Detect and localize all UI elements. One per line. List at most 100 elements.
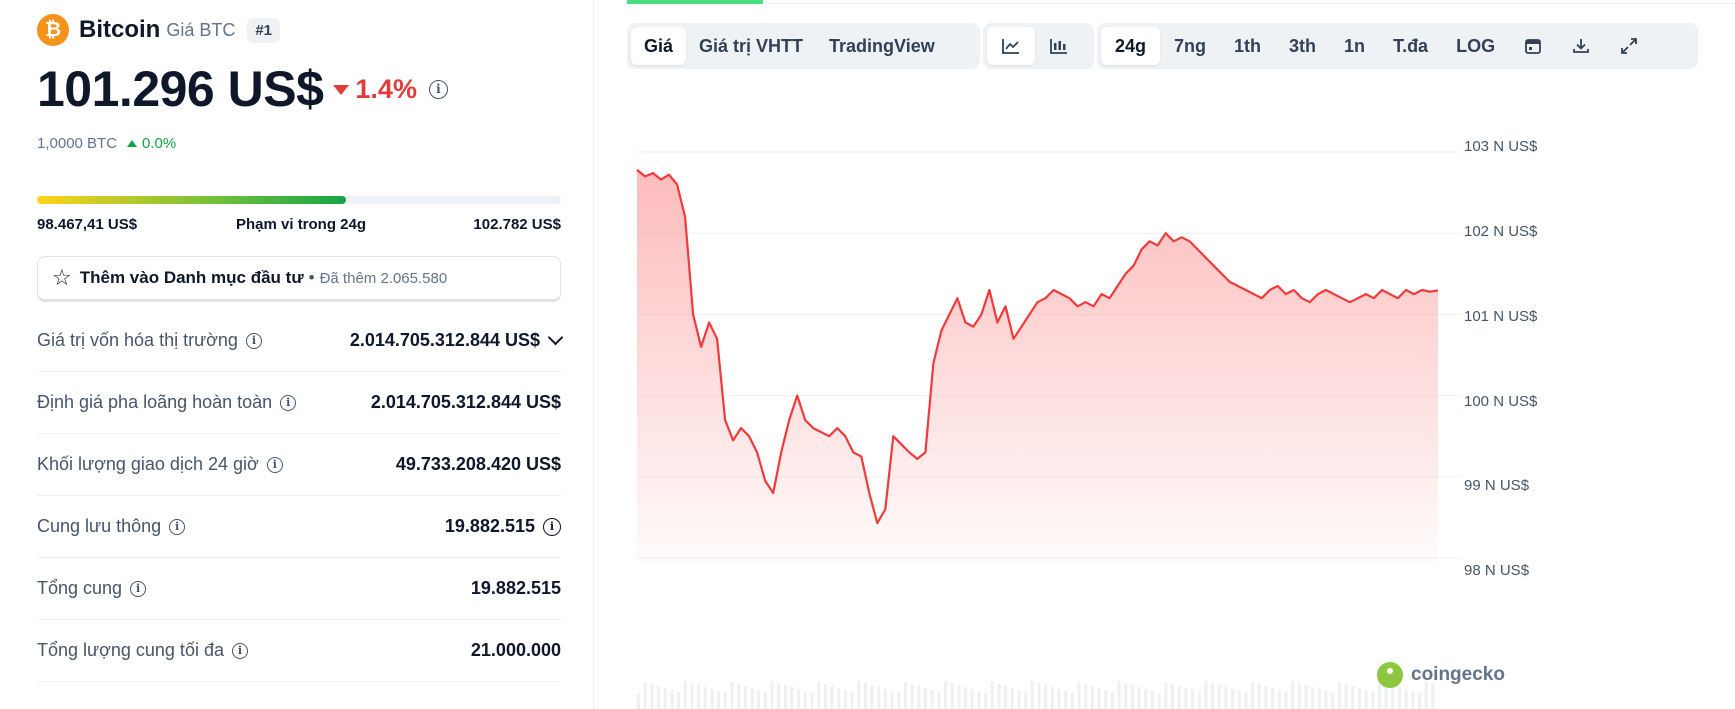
volume-bar [1191,690,1195,709]
y-tick-label: 103 N US$ [1464,138,1538,155]
coin-subtitle: Giá BTC [166,19,236,40]
chevron-down-icon[interactable] [547,329,564,346]
btc-amount: 1,0000 BTC [37,135,118,152]
coingecko-watermark: coingecko [1377,662,1505,688]
separator-dot: • [308,268,315,287]
coin-summary-panel: ₿ Bitcoin Giá BTC #1 101.296 US$ 1.4% i … [0,0,594,709]
info-icon[interactable]: i [266,456,283,473]
stat-row-circulating: Cung lưu thông i 19.882.515 i [37,496,561,558]
tab-log[interactable]: LOG [1442,27,1509,65]
volume-bar [1130,685,1134,709]
volume-bar [1237,691,1241,709]
volume-bar [750,688,754,709]
volume-bar [1197,692,1201,709]
stat-value: 2.014.705.312.844 US$ [371,392,561,413]
volume-bar [1171,684,1174,709]
tab-3m[interactable]: 3th [1275,27,1330,65]
stat-label: Định giá pha loãng hoàn toàn i [37,392,297,413]
volume-bar [757,690,761,709]
volume-bar [1004,686,1008,709]
watermark-text: coingecko [1411,664,1505,685]
line-chart-icon [1002,39,1019,54]
volume-bar [643,682,647,709]
volume-bar [677,692,681,709]
expand-button[interactable] [1605,27,1653,65]
volume-bar [910,684,914,709]
calendar-icon [1525,39,1541,54]
price-row: 101.296 US$ 1.4% i [37,60,448,118]
stat-row-max-supply: Tổng lượng cung tối đa i 21.000.000 [37,620,561,682]
stat-label: Tổng cung i [37,578,147,599]
coin-header: ₿ Bitcoin Giá BTC #1 [37,14,281,46]
tab-price[interactable]: Giá [631,27,687,65]
info-icon[interactable]: i [130,580,147,597]
candlestick-icon [1050,39,1067,54]
volume-bar [1177,686,1181,709]
bitcoin-logo-icon: ₿ [37,14,69,46]
stat-label-text: Định giá pha loãng hoàn toàn [37,392,273,412]
volume-bar [924,688,928,709]
stat-value-text: 19.882.515 [470,578,561,598]
price-chart[interactable]: 103 N US$ 102 N US$ 101 N US$ 100 N US$ … [594,100,1735,709]
volume-bar [1157,693,1161,709]
range-high: 102.782 US$ [473,216,561,233]
time-range-group: 24g 7ng 1th 3th 1n T.đa LOG [1097,23,1698,69]
tab-7d[interactable]: 7ng [1160,27,1220,65]
volume-bar [897,693,901,709]
volume-bar [763,692,767,709]
stat-value-text: 19.882.515 [444,516,535,536]
price-area [637,169,1438,563]
info-icon[interactable]: i [245,332,262,349]
tab-market-cap[interactable]: Giá trị VHTT [686,27,816,65]
info-icon[interactable]: i [169,518,186,535]
volume-bar [1297,683,1301,709]
info-icon[interactable]: i [280,394,297,411]
stat-value: 49.733.208.420 US$ [396,454,561,475]
price-chart-svg[interactable] [594,100,1735,709]
btc-price-row: 1,0000 BTC 0.0% [37,135,176,152]
download-icon [1573,39,1589,53]
volume-bar [1344,684,1348,709]
calendar-button[interactable] [1509,27,1557,65]
stat-label: Giá trị vốn hóa thị trường i [37,330,262,351]
info-icon[interactable]: i [428,79,448,99]
tab-1m[interactable]: 1th [1220,27,1275,65]
range-bar [37,196,561,204]
price-change-value: 1.4% [355,73,417,104]
add-to-portfolio-button[interactable]: ☆ Thêm vào Danh mục đầu tư • Đã thêm 2.0… [37,256,561,302]
download-button[interactable] [1557,27,1605,65]
volume-bar [937,692,941,709]
volume-bar [830,686,834,709]
stat-label-text: Tổng lượng cung tối đa [37,640,224,660]
volume-bar [1417,693,1421,709]
volume-bar [890,691,894,709]
stats-table: Giá trị vốn hóa thị trường i 2.014.705.31… [37,310,564,682]
volume-bar [710,689,714,709]
volume-bar [1050,687,1054,709]
info-icon[interactable]: i [543,517,561,536]
volume-bar [883,689,887,709]
candlestick-button[interactable] [1035,27,1083,65]
stat-value-text: 2.014.705.312.844 US$ [370,392,561,412]
volume-bar [1110,692,1114,709]
volume-bar [1097,688,1101,709]
info-icon[interactable]: i [231,642,248,659]
volume-bar [977,691,981,709]
stat-row-market-cap[interactable]: Giá trị vốn hóa thị trường i 2.014.705.31… [37,310,564,372]
line-chart-button[interactable] [987,27,1035,65]
volume-bar [717,691,721,709]
stat-label: Tổng lượng cung tối đa i [37,640,248,661]
tab-1y[interactable]: 1n [1330,27,1379,65]
rank-badge: #1 [247,17,281,43]
tab-24h[interactable]: 24g [1101,27,1161,65]
volume-bar [964,687,968,709]
volume-bar [670,690,674,709]
volume-bar [1317,689,1321,709]
volume-bar [650,684,654,709]
volume-bar [1257,684,1261,709]
tab-max[interactable]: T.đa [1379,27,1442,65]
volume-bar [737,684,741,709]
tab-tradingview[interactable]: TradingView [816,27,948,65]
btc-change: 0.0% [142,135,177,152]
y-tick-label: 102 N US$ [1464,223,1538,240]
